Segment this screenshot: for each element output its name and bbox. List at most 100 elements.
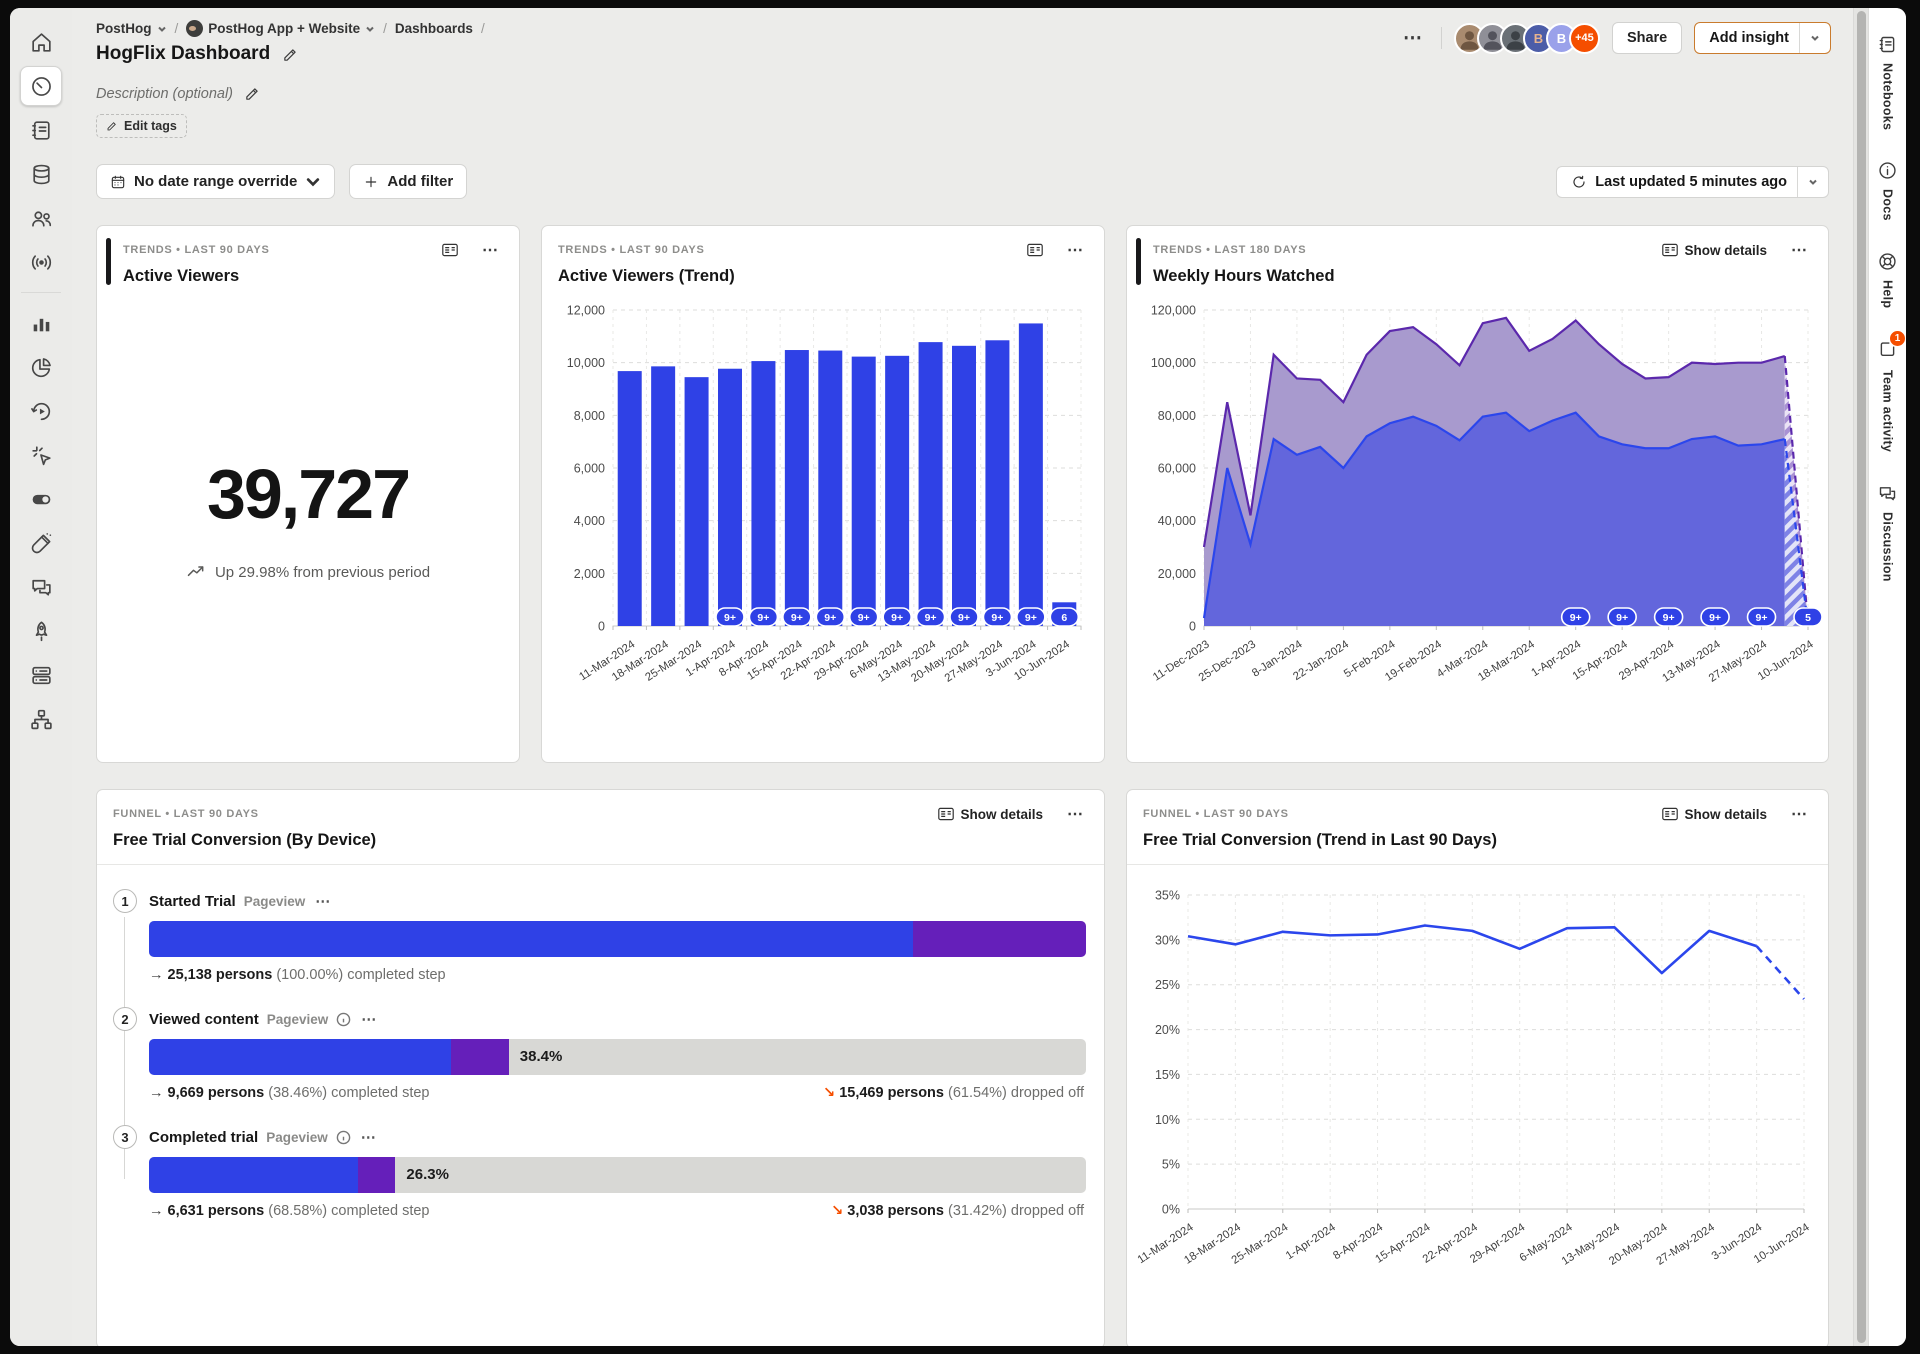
sidebar-notebooks-button[interactable] <box>20 110 62 150</box>
funnel-completed-stat[interactable]: →6,631 persons (68.58%) completed step <box>149 1203 429 1219</box>
y-axis-tick-label: 25% <box>1154 978 1179 992</box>
sidebar-people-button[interactable] <box>20 198 62 238</box>
sidebar-experiments-button[interactable] <box>20 523 62 563</box>
card-more-button[interactable]: ⋯ <box>476 239 505 261</box>
show-details-button[interactable]: Show details <box>1656 806 1773 823</box>
database-icon <box>29 162 54 187</box>
show-details-button[interactable]: Show details <box>932 806 1049 823</box>
bar[interactable] <box>785 350 809 626</box>
funnel-bar[interactable]: 38.4% <box>149 1039 1086 1075</box>
add-insight-button[interactable]: Add insight <box>1695 23 1799 53</box>
show-details-button[interactable] <box>1021 242 1049 258</box>
bar-chart[interactable]: 02,0004,0006,0008,00010,00012,00011-Mar-… <box>542 294 1104 762</box>
bar[interactable] <box>919 342 943 626</box>
funnel-step-name[interactable]: Viewed content <box>149 1011 259 1028</box>
add-insight-caret-button[interactable] <box>1800 26 1830 50</box>
funnel-step-name[interactable]: Completed trial <box>149 1129 258 1146</box>
funnel-bar[interactable]: 26.3% <box>149 1157 1086 1193</box>
y-axis-tick-label: 20,000 <box>1157 567 1195 581</box>
bar[interactable] <box>1019 323 1043 626</box>
add-filter-button[interactable]: Add filter <box>349 164 467 199</box>
sidebar-activity-button[interactable] <box>20 242 62 282</box>
funnel-dropped-stat[interactable]: ↘3,038 persons (31.42%) dropped off <box>831 1203 1084 1219</box>
card-more-button[interactable]: ⋯ <box>1061 239 1090 261</box>
bar[interactable] <box>985 340 1009 626</box>
svg-text:9+: 9+ <box>991 612 1003 624</box>
insight-title[interactable]: Active Viewers (Trend) <box>558 267 1090 286</box>
sidebar-surveys-button[interactable] <box>20 567 62 607</box>
right-rail-help[interactable]: Help <box>1877 251 1898 308</box>
area-chart[interactable]: 020,00040,00060,00080,000100,000120,0001… <box>1127 294 1828 762</box>
card-more-button[interactable]: ⋯ <box>1061 803 1090 825</box>
sidebar-web-analytics-button[interactable] <box>20 347 62 387</box>
bar[interactable] <box>718 369 742 626</box>
card-more-button[interactable]: ⋯ <box>1785 239 1814 261</box>
breadcrumb-project[interactable]: PostHog App + Website <box>186 20 375 37</box>
date-range-filter-button[interactable]: No date range override <box>96 164 335 199</box>
funnel-step-number: 2 <box>113 1007 137 1031</box>
sidebar-early-access-button[interactable] <box>20 611 62 651</box>
insight-title[interactable]: Weekly Hours Watched <box>1153 267 1814 286</box>
line-chart-svg: 0%5%10%15%20%25%30%35%11-Mar-202418-Mar-… <box>1132 879 1824 1325</box>
bar[interactable] <box>852 357 876 626</box>
refresh-button[interactable]: Last updated 5 minutes ago <box>1557 167 1797 197</box>
funnel-step-more-button[interactable]: ⋯ <box>359 1010 379 1028</box>
info-icon[interactable] <box>336 1012 351 1027</box>
bar[interactable] <box>685 377 709 626</box>
sidebar-session-replay-button[interactable] <box>20 391 62 431</box>
share-button[interactable]: Share <box>1612 22 1682 54</box>
sidebar-actions-button[interactable] <box>20 435 62 475</box>
arrow-right-icon: → <box>149 1085 164 1101</box>
sidebar-data-button[interactable] <box>20 154 62 194</box>
funnel-completed-stat[interactable]: →25,138 persons (100.00%) completed step <box>149 967 446 983</box>
info-icon[interactable] <box>336 1130 351 1145</box>
insight-title[interactable]: Free Trial Conversion (By Device) <box>113 831 1090 850</box>
right-rail-docs[interactable]: Docs <box>1877 160 1898 221</box>
show-details-button[interactable] <box>436 242 464 258</box>
y-axis-tick-label: 12,000 <box>567 304 605 318</box>
right-rail-notebooks[interactable]: Notebooks <box>1877 34 1898 130</box>
line-chart[interactable]: 0%5%10%15%20%25%30%35%11-Mar-202418-Mar-… <box>1127 865 1828 1346</box>
bar[interactable] <box>651 366 675 626</box>
bar[interactable] <box>751 361 775 626</box>
insight-card-funnel-trend: FUNNEL • LAST 90 DAYS Show details ⋯ Fre… <box>1126 789 1829 1346</box>
show-details-button[interactable]: Show details <box>1656 242 1773 259</box>
breadcrumb-org[interactable]: PostHog <box>96 21 167 36</box>
bar[interactable] <box>885 356 909 626</box>
bar[interactable] <box>818 351 842 626</box>
funnel-step-more-button[interactable]: ⋯ <box>313 892 333 910</box>
svg-text:9+: 9+ <box>1616 612 1628 624</box>
y-axis-tick-label: 60,000 <box>1157 462 1195 476</box>
funnel-dropped-stat[interactable]: ↘15,469 persons (61.54%) dropped off <box>823 1085 1084 1101</box>
funnel-completed-stat[interactable]: →9,669 persons (38.46%) completed step <box>149 1085 429 1101</box>
vertical-scrollbar[interactable] <box>1853 8 1868 1346</box>
bar[interactable] <box>618 371 642 626</box>
bar[interactable] <box>952 346 976 626</box>
sidebar-dashboards-button[interactable] <box>20 66 62 106</box>
breadcrumb-dashboards[interactable]: Dashboards <box>395 21 473 36</box>
edit-tags-button[interactable]: Edit tags <box>96 114 187 138</box>
right-rail-discussion[interactable]: Discussion <box>1877 483 1898 582</box>
funnel-bar[interactable] <box>149 921 1086 957</box>
sidebar-feature-flags-button[interactable] <box>20 479 62 519</box>
edit-description-button[interactable] <box>242 83 263 104</box>
sidebar-pipeline-button[interactable] <box>20 699 62 739</box>
breadcrumb-separator: / <box>175 21 179 36</box>
funnel-step-more-button[interactable]: ⋯ <box>359 1128 379 1146</box>
edit-title-button[interactable] <box>280 44 301 65</box>
add-insight-split-button: Add insight <box>1694 22 1831 54</box>
sidebar-data-management-button[interactable] <box>20 655 62 695</box>
avatar-stack[interactable]: B B +45 <box>1454 23 1600 54</box>
sidebar-product-analytics-button[interactable] <box>20 303 62 343</box>
refresh-caret-button[interactable] <box>1798 170 1828 194</box>
funnel-step: 3 Completed trial Pageview ⋯ <box>113 1125 1086 1219</box>
bar-chart-icon <box>29 311 54 336</box>
right-rail-team-activity[interactable]: 1 Team activity <box>1877 338 1898 452</box>
scrollbar-thumb[interactable] <box>1857 11 1866 1343</box>
dashboard-more-button[interactable]: ⋯ <box>1397 26 1429 51</box>
card-more-button[interactable]: ⋯ <box>1785 803 1814 825</box>
insight-title[interactable]: Free Trial Conversion (Trend in Last 90 … <box>1143 831 1814 850</box>
date-range-label: No date range override <box>134 173 297 190</box>
sidebar-home-button[interactable] <box>20 22 62 62</box>
funnel-step-name[interactable]: Started Trial <box>149 893 236 910</box>
